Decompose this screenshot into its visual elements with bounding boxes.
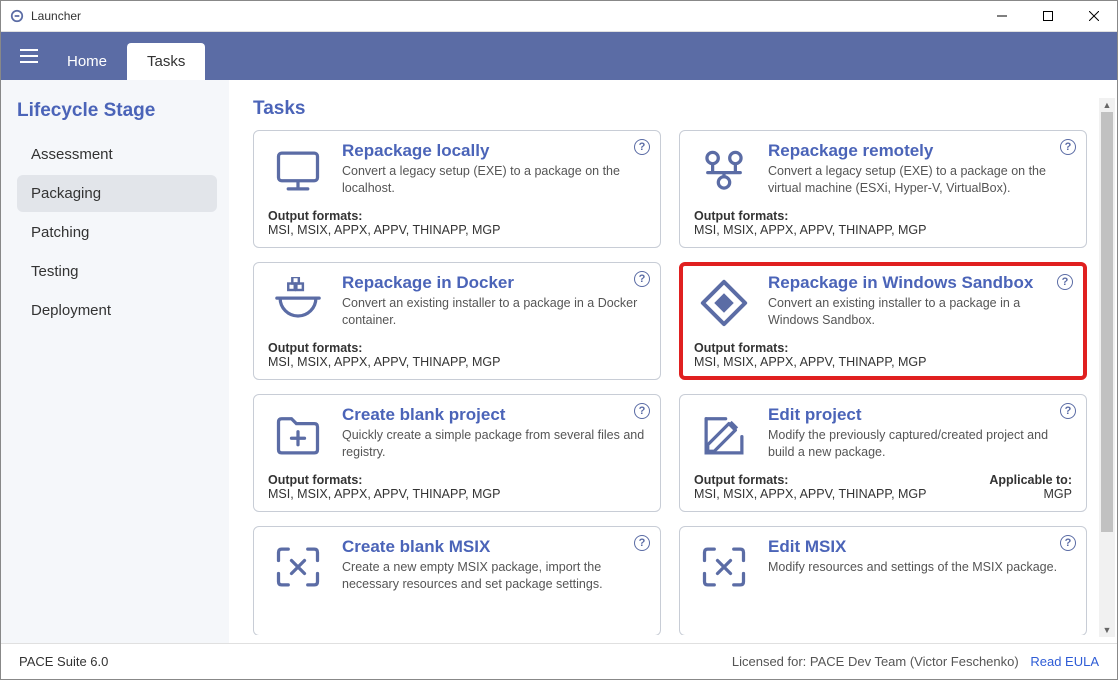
output-formats-label: Output formats: <box>268 209 501 223</box>
card-title: Create blank MSIX <box>342 537 646 557</box>
sidebar-item-packaging[interactable]: Packaging <box>17 175 217 212</box>
task-card-create-blank-msix[interactable]: ?Create blank MSIXCreate a new empty MSI… <box>253 526 661 635</box>
output-formats-value: MSI, MSIX, APPX, APPV, THINAPP, MGP <box>268 487 501 501</box>
info-icon[interactable]: ? <box>1060 139 1076 155</box>
diamond-icon <box>694 273 754 333</box>
output-formats-value: MSI, MSIX, APPX, APPV, THINAPP, MGP <box>694 355 927 369</box>
scrollbar-thumb[interactable] <box>1101 112 1113 532</box>
output-formats-value: MSI, MSIX, APPX, APPV, THINAPP, MGP <box>694 223 927 237</box>
sidebar-heading: Lifecycle Stage <box>17 100 217 122</box>
card-description: Quickly create a simple package from sev… <box>342 427 646 461</box>
tab-home[interactable]: Home <box>47 43 127 80</box>
applicable-to-label: Applicable to: <box>989 473 1072 487</box>
bracket-x-icon <box>694 537 754 597</box>
version-label: PACE Suite 6.0 <box>19 654 108 669</box>
card-description: Modify the previously captured/created p… <box>768 427 1072 461</box>
read-eula-link[interactable]: Read EULA <box>1030 654 1099 669</box>
maximize-button[interactable] <box>1025 1 1071 32</box>
task-card-edit-project[interactable]: ?Edit projectModify the previously captu… <box>679 394 1087 512</box>
task-card-repackage-remotely[interactable]: ?Repackage remotelyConvert a legacy setu… <box>679 130 1087 248</box>
card-description: Convert an existing installer to a packa… <box>342 295 646 329</box>
main-panel: Tasks ?Repackage locallyConvert a legacy… <box>229 80 1117 643</box>
card-title: Repackage in Windows Sandbox <box>768 273 1072 293</box>
card-description: Modify resources and settings of the MSI… <box>768 559 1072 576</box>
card-description: Convert an existing installer to a packa… <box>768 295 1072 329</box>
task-card-repackage-docker[interactable]: ?Repackage in DockerConvert an existing … <box>253 262 661 380</box>
bracket-x-icon <box>268 537 328 597</box>
card-title: Repackage locally <box>342 141 646 161</box>
output-formats-label: Output formats: <box>694 473 927 487</box>
docker-icon <box>268 273 328 333</box>
output-formats-label: Output formats: <box>268 473 501 487</box>
output-formats-value: MSI, MSIX, APPX, APPV, THINAPP, MGP <box>268 355 501 369</box>
applicable-to-value: MGP <box>989 487 1072 501</box>
info-icon[interactable]: ? <box>634 403 650 419</box>
network-icon <box>694 141 754 201</box>
sidebar: Lifecycle Stage Assessment Packaging Pat… <box>1 80 229 643</box>
output-formats-label: Output formats: <box>694 341 927 355</box>
tab-tasks[interactable]: Tasks <box>127 43 205 80</box>
info-icon[interactable]: ? <box>1057 274 1073 290</box>
page-title: Tasks <box>253 98 1107 120</box>
card-title: Edit MSIX <box>768 537 1072 557</box>
info-icon[interactable]: ? <box>1060 535 1076 551</box>
task-card-create-blank-project[interactable]: ?Create blank projectQuickly create a si… <box>253 394 661 512</box>
minimize-button[interactable] <box>979 1 1025 32</box>
scrollbar[interactable]: ▲ ▼ <box>1099 98 1115 637</box>
output-formats-label: Output formats: <box>268 341 501 355</box>
statusbar: PACE Suite 6.0 Licensed for: PACE Dev Te… <box>1 643 1117 679</box>
close-button[interactable] <box>1071 1 1117 32</box>
app-icon <box>9 8 25 24</box>
menubar: Home Tasks <box>1 32 1117 80</box>
sidebar-item-deployment[interactable]: Deployment <box>17 292 217 329</box>
info-icon[interactable]: ? <box>1060 403 1076 419</box>
card-title: Create blank project <box>342 405 646 425</box>
license-label: Licensed for: PACE Dev Team (Victor Fesc… <box>732 654 1019 669</box>
card-title: Edit project <box>768 405 1072 425</box>
cards-scroll-area: ?Repackage locallyConvert a legacy setup… <box>253 130 1107 635</box>
sidebar-item-assessment[interactable]: Assessment <box>17 136 217 173</box>
scroll-down-arrow[interactable]: ▼ <box>1099 623 1115 637</box>
card-title: Repackage remotely <box>768 141 1072 161</box>
sidebar-item-patching[interactable]: Patching <box>17 214 217 251</box>
task-card-edit-msix[interactable]: ?Edit MSIX Modify resources and settings … <box>679 526 1087 635</box>
monitor-icon <box>268 141 328 201</box>
card-title: Repackage in Docker <box>342 273 646 293</box>
output-formats-value: MSI, MSIX, APPX, APPV, THINAPP, MGP <box>694 487 927 501</box>
hamburger-menu-button[interactable] <box>11 32 47 80</box>
info-icon[interactable]: ? <box>634 271 650 287</box>
scroll-up-arrow[interactable]: ▲ <box>1099 98 1115 112</box>
output-formats-value: MSI, MSIX, APPX, APPV, THINAPP, MGP <box>268 223 501 237</box>
titlebar: Launcher <box>1 1 1117 32</box>
window-controls <box>979 1 1117 32</box>
folder-plus-icon <box>268 405 328 465</box>
window-title: Launcher <box>31 9 979 23</box>
output-formats-label: Output formats: <box>694 209 927 223</box>
card-description: Convert a legacy setup (EXE) to a packag… <box>342 163 646 197</box>
task-card-repackage-locally[interactable]: ?Repackage locallyConvert a legacy setup… <box>253 130 661 248</box>
task-card-repackage-sandbox[interactable]: ?Repackage in Windows SandboxConvert an … <box>679 262 1087 380</box>
info-icon[interactable]: ? <box>634 535 650 551</box>
edit-icon <box>694 405 754 465</box>
info-icon[interactable]: ? <box>634 139 650 155</box>
card-description: Convert a legacy setup (EXE) to a packag… <box>768 163 1072 197</box>
card-description: Create a new empty MSIX package, import … <box>342 559 646 593</box>
sidebar-item-testing[interactable]: Testing <box>17 253 217 290</box>
